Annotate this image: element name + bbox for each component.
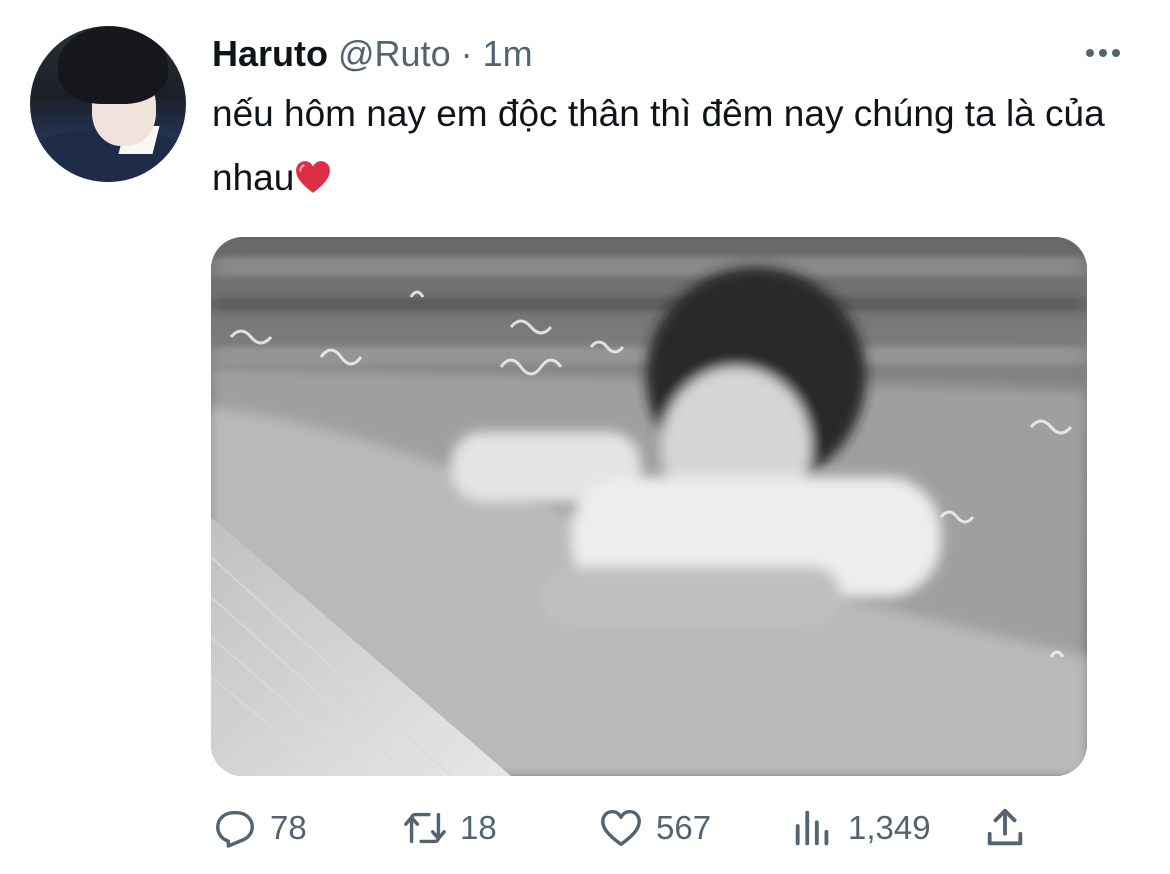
tweet-text-body: nếu hôm nay em độc thân thì đêm nay chún… [212,93,1105,198]
reply-icon [216,810,254,848]
author-handle[interactable]: @Ruto [338,33,451,74]
red-heart-emoji-icon [294,152,332,193]
share-button[interactable] [982,800,1040,856]
like-button[interactable]: 567 [598,800,711,856]
tweet-photo[interactable] [211,237,1087,776]
separator-dot: · [460,33,473,74]
more-icon[interactable] [1086,44,1130,64]
reply-button[interactable]: 78 [212,800,307,856]
tweet-actions: 78 18 567 1,349 [212,800,1072,856]
retweet-button[interactable]: 18 [402,800,497,856]
tweet-text: nếu hôm nay em độc thân thì đêm nay chún… [212,82,1132,210]
tweet[interactable]: Haruto @Ruto · 1m nếu hôm nay em độc thâ… [0,0,1170,874]
heart-icon [601,809,641,847]
views-icon [795,810,829,846]
avatar[interactable] [30,26,186,182]
retweet-icon [404,812,446,844]
avatar-hair [58,26,168,104]
tweet-header: Haruto @Ruto · 1m [212,30,533,78]
like-count: 567 [656,809,712,846]
timestamp[interactable]: 1m [483,33,533,74]
retweet-count: 18 [460,809,497,846]
reply-count: 78 [270,809,307,846]
views-count: 1,349 [848,809,931,846]
author-name[interactable]: Haruto [212,33,328,74]
share-icon [987,808,1023,846]
views-button[interactable]: 1,349 [790,800,931,856]
